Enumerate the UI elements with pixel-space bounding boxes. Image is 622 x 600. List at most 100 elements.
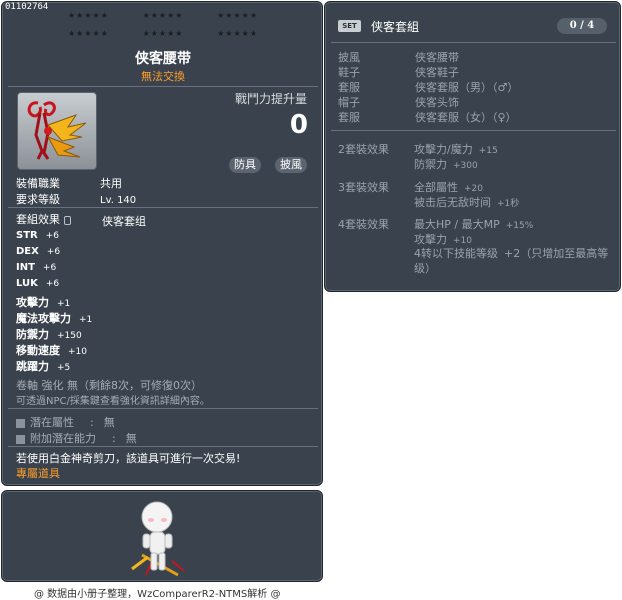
set-piece-row: 鞋子 侠客鞋子: [338, 64, 459, 80]
set-bonus-line: 被击后无敌时间 +1秒: [414, 194, 619, 210]
additional-potential-row: 附加潛在能力: 無: [16, 430, 137, 446]
stat-row: INT +6: [16, 262, 56, 273]
bonus-num: +15%: [505, 221, 534, 231]
bonus-num: +1秒: [497, 199, 520, 209]
divider: [331, 130, 616, 131]
stat-label: 防禦力: [16, 328, 49, 341]
set-bonus-label: 3套裝效果: [338, 181, 389, 194]
stat-value: +1: [79, 315, 93, 325]
separator: :: [90, 416, 94, 429]
divider: [8, 408, 318, 409]
set-piece-slot: 鞋子: [338, 66, 360, 79]
star-group-icon: ★★★★★: [142, 11, 184, 20]
stat-row: 跳躍力 +5: [16, 358, 70, 374]
item-title: 侠客腰带: [135, 51, 191, 67]
bonus-num: +300: [453, 161, 478, 171]
star-force-row-1: ★★★★★ ★★★★★ ★★★★★: [68, 11, 258, 20]
stat-value: +6: [45, 279, 60, 289]
set-piece-slot: 帽子: [338, 96, 360, 109]
stat-label: STR: [16, 230, 38, 241]
set-piece-row: 套服 侠客套服（男）（♂）: [338, 79, 518, 95]
star-group-icon: ★★★★★: [68, 11, 109, 20]
star-group-icon: ★★★★★: [68, 29, 109, 38]
stat-value: +1: [57, 299, 71, 309]
set-bonus-label: 4套裝效果: [338, 218, 389, 231]
requirement-value: 共用: [100, 177, 122, 190]
item-id: 01102764: [5, 2, 49, 12]
set-bonus-line: 防禦力 +300: [414, 156, 619, 172]
stat-label: 跳躍力: [16, 360, 49, 373]
set-name: 侠客套組: [371, 20, 420, 34]
bonus-text: 攻擊力: [414, 233, 447, 246]
stat-label: DEX: [16, 246, 39, 257]
bonus-text: 攻擊力/魔力: [414, 143, 473, 156]
category-tag-armor: 防具: [229, 157, 261, 173]
avatar-preview-panel: [1, 490, 323, 582]
potential-label: 附加潛在能力: [30, 432, 96, 445]
requirement-label: 裝備職業: [16, 177, 60, 190]
divider: [331, 42, 616, 43]
stat-row: 攻擊力 +1: [16, 294, 70, 310]
set-effect-text: 套組效果: [16, 213, 60, 226]
stat-value: +150: [57, 331, 82, 341]
set-count-badge: 0 / 4: [557, 18, 607, 34]
stat-value: +10: [68, 347, 87, 357]
bonus-text: 4转以下技能等级: [414, 247, 498, 260]
exclusive-item: 專屬道具: [16, 467, 60, 480]
trade-status: 無法交換: [141, 70, 185, 83]
star-group-icon: ★★★★★: [217, 11, 258, 20]
character-preview-icon: [131, 501, 185, 577]
star-group-icon: ★★★★★: [217, 29, 258, 38]
set-bonus-line: 全部屬性 +20: [414, 179, 619, 195]
set-piece-name: 侠客腰带: [415, 51, 459, 64]
set-piece-row: 套服 侠客套服（女）（♀）: [338, 109, 517, 125]
set-bonus-line: 攻擊力/魔力 +15: [414, 141, 619, 157]
stat-label: 移動速度: [16, 344, 60, 357]
battle-power-label: 戰鬥力提升量: [234, 92, 307, 106]
bonus-text: 被击后无敌时间: [414, 196, 491, 209]
battle-power-value: 0: [289, 110, 308, 140]
bonus-num: +15: [478, 146, 498, 156]
star-group-icon: ★★★★★: [142, 29, 184, 38]
set-piece-name: 侠客头饰: [415, 96, 459, 109]
set-bonus-line: 攻擊力 +10: [414, 231, 619, 247]
potential-icon: [16, 418, 25, 428]
set-bonus-line: 最大HP / 最大MP +15%: [414, 216, 619, 232]
stat-value: +5: [57, 363, 71, 373]
set-bonus-line: 4转以下技能等级 +2（只增加至最高等级）: [414, 246, 619, 276]
set-piece-slot: 套服: [338, 111, 360, 124]
stat-row: STR +6: [16, 230, 59, 241]
requirement-value: Lv. 140: [100, 195, 137, 206]
npc-info: 可透過NPC/採集鍵查看強化資訊詳細內容。: [16, 396, 210, 407]
set-piece-name: 侠客套服（男）（♂）: [415, 81, 519, 94]
bonus-num: +20: [464, 184, 483, 194]
bonus-text: 最大HP / 最大MP: [414, 218, 500, 231]
bonus-text: 防禦力: [414, 158, 447, 171]
potential-value: 無: [103, 416, 115, 429]
belt-icon: [27, 101, 87, 160]
set-bonus-label: 2套裝效果: [338, 143, 389, 156]
stat-row: 防禦力 +150: [16, 326, 82, 342]
bonus-num: +10: [453, 236, 472, 246]
scissors-note: 若使用白金神奇剪刀，該道具可進行一次交易!: [16, 452, 241, 465]
stat-row: 魔法攻擊力 +1: [16, 310, 92, 326]
requirement-level: 要求等級 Lv. 140: [16, 191, 136, 207]
set-effect-name: 侠客套组: [102, 215, 146, 228]
requirement-job: 裝備職業 共用: [16, 175, 122, 191]
separator: :: [112, 432, 116, 445]
bonus-text: 全部屬性: [414, 181, 458, 194]
divider: [8, 207, 318, 208]
stat-value: +6: [45, 231, 60, 241]
set-piece-row: 披風 侠客腰带: [338, 49, 459, 65]
stat-label: 攻擊力: [16, 296, 49, 309]
divider: [8, 446, 318, 447]
stat-label: LUK: [16, 278, 38, 289]
set-effect-label: 套組效果: [16, 211, 71, 227]
set-piece-row: 帽子 侠客头饰: [338, 94, 459, 110]
potential-icon: [16, 434, 25, 444]
stat-row: DEX +6: [16, 246, 60, 257]
item-tooltip-panel: 01102764 ★★★★★ ★★★★★ ★★★★★ ★★★★★ ★★★★★ ★…: [1, 1, 323, 486]
category-tag-cape: 披風: [275, 157, 307, 173]
potential-value: 無: [125, 432, 137, 445]
stat-label: INT: [16, 262, 35, 273]
